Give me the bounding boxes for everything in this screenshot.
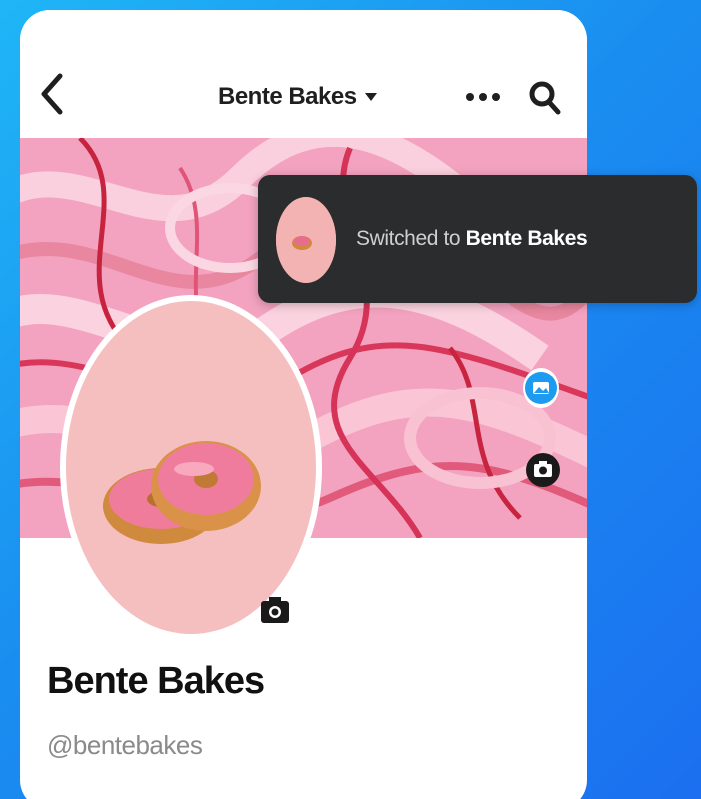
avatar (66, 301, 316, 634)
account-name-title: Bente Bakes (218, 83, 357, 110)
top-navigation-bar: Bente Bakes (20, 10, 587, 138)
donut-thumbnail (276, 197, 336, 283)
profile-picture[interactable] (60, 295, 322, 640)
caret-down-icon (364, 93, 377, 101)
toast-avatar (276, 197, 336, 283)
camera-icon (526, 453, 560, 487)
toast-account-name: Bente Bakes (465, 227, 588, 250)
cover-camera-button[interactable] (525, 450, 561, 490)
profile-screen: Bente Bakes Bente Bakes @bentebakes (20, 10, 587, 799)
more-options-icon[interactable] (465, 92, 501, 102)
donuts-image (103, 441, 261, 544)
photo-library-icon (525, 372, 557, 404)
profile-name: Bente Bakes (47, 660, 265, 702)
toast-prefix: Switched to (356, 227, 466, 250)
toast-message: Switched to Bente Bakes (356, 227, 588, 251)
account-switcher[interactable]: Bente Bakes (218, 83, 377, 111)
search-icon[interactable] (528, 80, 562, 116)
back-chevron-icon[interactable] (38, 72, 66, 116)
cover-edit-button[interactable] (523, 368, 559, 408)
account-switch-toast: Switched to Bente Bakes (258, 175, 697, 303)
profile-handle: @bentebakes (47, 730, 203, 760)
avatar-camera-icon[interactable] (258, 593, 292, 627)
